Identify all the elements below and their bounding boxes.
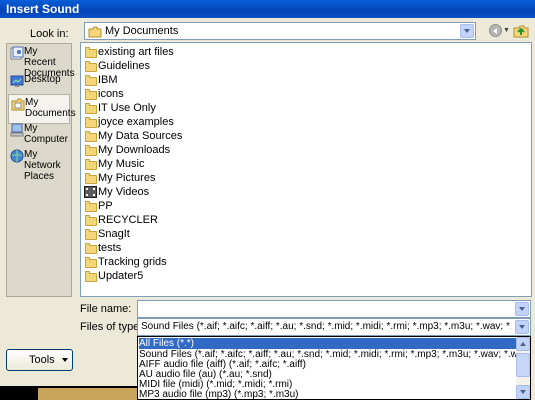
chevron-down-icon — [62, 358, 68, 362]
files-of-type-value: Sound Files (*.aif; *.aifc; *.aiff; *.au… — [141, 321, 511, 332]
place-my-network-places[interactable]: My Network Places — [8, 147, 70, 195]
background-strip — [0, 386, 137, 400]
file-list[interactable]: existing art files Guidelines IBM icons … — [80, 42, 532, 297]
file-name-dropdown-button[interactable] — [515, 302, 529, 316]
look-in-dropdown-button[interactable] — [460, 24, 474, 38]
dialog-title: Insert Sound — [0, 0, 535, 18]
files-of-type-label: Files of type: — [80, 321, 143, 333]
files-of-type-dropdown-button[interactable] — [515, 320, 529, 334]
tools-label: Tools — [29, 354, 55, 366]
look-in-combo[interactable]: My Documents — [84, 22, 476, 40]
tools-button[interactable]: Tools — [6, 349, 73, 371]
place-label: My Network Places — [24, 149, 61, 182]
place-label: Desktop — [24, 74, 61, 85]
files-of-type-dropdown-list[interactable]: All Files (*.*) Sound Files (*.aif; *.ai… — [137, 336, 531, 400]
dropdown-scrollbar[interactable] — [516, 337, 530, 399]
up-one-level-button[interactable] — [513, 23, 529, 39]
computer-icon — [10, 123, 24, 137]
look-in-value: My Documents — [105, 25, 179, 37]
back-button[interactable] — [487, 23, 503, 39]
files-of-type-select[interactable]: Sound Files (*.aif; *.aifc; *.aiff; *.au… — [137, 318, 531, 336]
place-label: My Computer — [24, 123, 68, 145]
dropdown-option[interactable]: MP3 audio file (mp3) (*.mp3; *.m3u) — [139, 389, 517, 400]
folder-icon — [88, 26, 102, 41]
dropdown-option-selected[interactable]: All Files (*.*) — [139, 338, 517, 349]
insert-sound-dialog: Insert Sound Look in: My Documents ▼ My … — [0, 0, 535, 400]
scroll-thumb[interactable] — [516, 353, 530, 377]
network-places-icon — [10, 149, 24, 163]
recent-documents-icon — [10, 46, 24, 60]
up-folder-icon — [513, 25, 529, 38]
desktop-icon — [10, 74, 24, 88]
place-my-documents[interactable]: My Documents — [8, 94, 76, 124]
scroll-down-icon[interactable] — [516, 385, 530, 399]
back-history-icon[interactable]: ▼ — [503, 23, 511, 39]
place-label: My Documents — [25, 97, 76, 119]
file-name-field[interactable] — [137, 300, 531, 318]
my-documents-icon — [11, 97, 25, 111]
back-arrow-icon — [489, 24, 502, 37]
file-name-label: File name: — [80, 303, 132, 315]
places-bar: My Recent Documents Desktop My Documents… — [6, 43, 76, 297]
look-in-label: Look in: — [30, 28, 69, 40]
scroll-up-icon[interactable] — [516, 337, 530, 351]
